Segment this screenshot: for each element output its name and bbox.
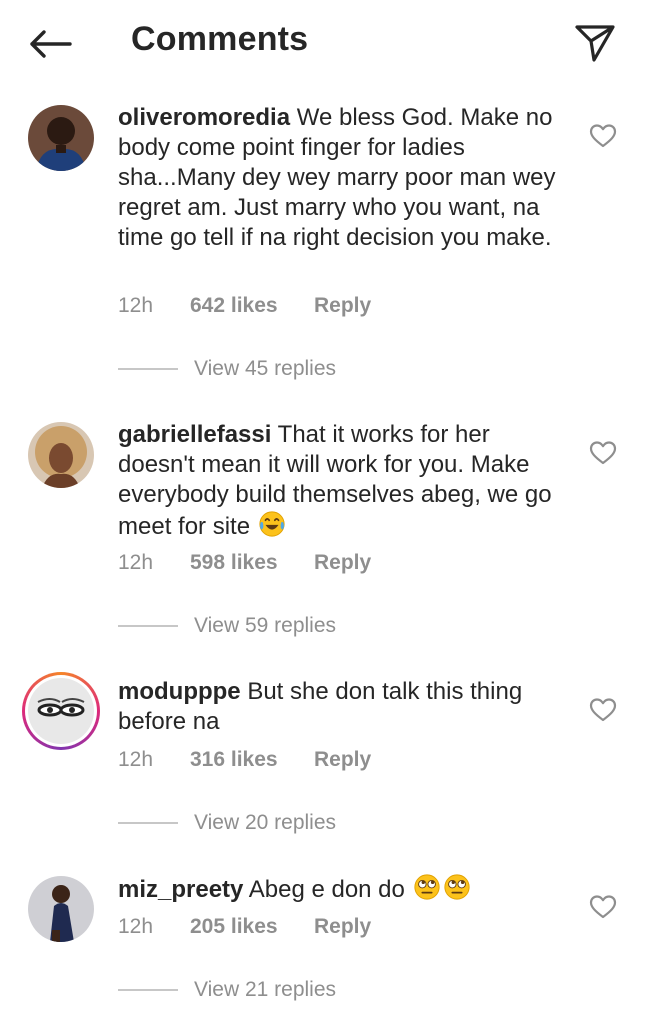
header-bar: Comments bbox=[0, 0, 654, 88]
comment-time: 12h bbox=[118, 294, 154, 317]
view-replies-label: View 20 replies bbox=[194, 811, 337, 834]
view-replies-button[interactable]: View 59 replies bbox=[118, 614, 336, 638]
like-button[interactable] bbox=[589, 894, 617, 920]
page-title: Comments bbox=[131, 20, 309, 58]
face-with-rolling-eyes-icon bbox=[413, 874, 440, 900]
comment-body: gabriellefassi That it works for her doe… bbox=[118, 420, 573, 542]
reply-button[interactable]: Reply bbox=[314, 551, 371, 575]
divider-line bbox=[118, 822, 178, 824]
likes-count[interactable]: 205 likes bbox=[190, 915, 314, 939]
heart-icon bbox=[589, 895, 617, 919]
like-button[interactable] bbox=[589, 123, 617, 149]
comment-username[interactable]: oliveromoredia bbox=[118, 104, 290, 131]
likes-count[interactable]: 598 likes bbox=[190, 551, 314, 575]
comment-time: 12h bbox=[118, 551, 154, 574]
reply-button[interactable]: Reply bbox=[314, 915, 371, 939]
likes-count[interactable]: 316 likes bbox=[190, 748, 314, 772]
comment-meta: 12h 598 likes Reply bbox=[118, 551, 371, 575]
comment-text: Abeg e don do bbox=[248, 876, 405, 903]
avatar-with-story-ring[interactable] bbox=[22, 672, 100, 750]
view-replies-label: View 21 replies bbox=[194, 978, 337, 1001]
story-ring-gap bbox=[25, 675, 97, 747]
comment-username[interactable]: gabriellefassi bbox=[118, 421, 271, 448]
comment-meta: 12h 316 likes Reply bbox=[118, 748, 371, 772]
divider-line bbox=[118, 625, 178, 627]
face-with-tears-of-joy-icon bbox=[259, 511, 285, 537]
divider-line bbox=[118, 989, 178, 991]
reply-button[interactable]: Reply bbox=[314, 748, 371, 772]
avatar[interactable] bbox=[28, 876, 94, 942]
like-button[interactable] bbox=[589, 440, 617, 466]
view-replies-button[interactable]: View 20 replies bbox=[118, 811, 336, 835]
share-button[interactable] bbox=[570, 20, 620, 66]
reply-button[interactable]: Reply bbox=[314, 294, 371, 318]
paper-plane-icon bbox=[575, 25, 615, 62]
arrow-left-icon bbox=[30, 30, 72, 58]
comment-meta: 12h 205 likes Reply bbox=[118, 915, 371, 939]
comment-body: oliveromoredia We bless God. Make no bod… bbox=[118, 103, 573, 253]
view-replies-label: View 45 replies bbox=[194, 357, 337, 380]
comment-meta: 12h 642 likes Reply bbox=[118, 294, 371, 318]
face-with-rolling-eyes-icon bbox=[443, 874, 470, 900]
comment-time: 12h bbox=[118, 915, 154, 938]
like-button[interactable] bbox=[589, 697, 617, 723]
likes-count[interactable]: 642 likes bbox=[190, 294, 314, 318]
comment-username[interactable]: modupppe bbox=[118, 678, 241, 705]
avatar[interactable] bbox=[28, 105, 94, 171]
back-button[interactable] bbox=[24, 22, 76, 66]
avatar[interactable] bbox=[28, 422, 94, 488]
comment-body: miz_preety Abeg e don do bbox=[118, 873, 573, 905]
heart-icon bbox=[589, 124, 617, 148]
view-replies-button[interactable]: View 45 replies bbox=[118, 357, 336, 381]
heart-icon bbox=[589, 441, 617, 465]
comment-body: modupppe But she don talk this thing bef… bbox=[118, 677, 573, 737]
comment-time: 12h bbox=[118, 748, 154, 771]
divider-line bbox=[118, 368, 178, 370]
view-replies-label: View 59 replies bbox=[194, 614, 337, 637]
view-replies-button[interactable]: View 21 replies bbox=[118, 978, 336, 1002]
heart-icon bbox=[589, 698, 617, 722]
avatar bbox=[28, 678, 94, 744]
comment-username[interactable]: miz_preety bbox=[118, 876, 243, 903]
